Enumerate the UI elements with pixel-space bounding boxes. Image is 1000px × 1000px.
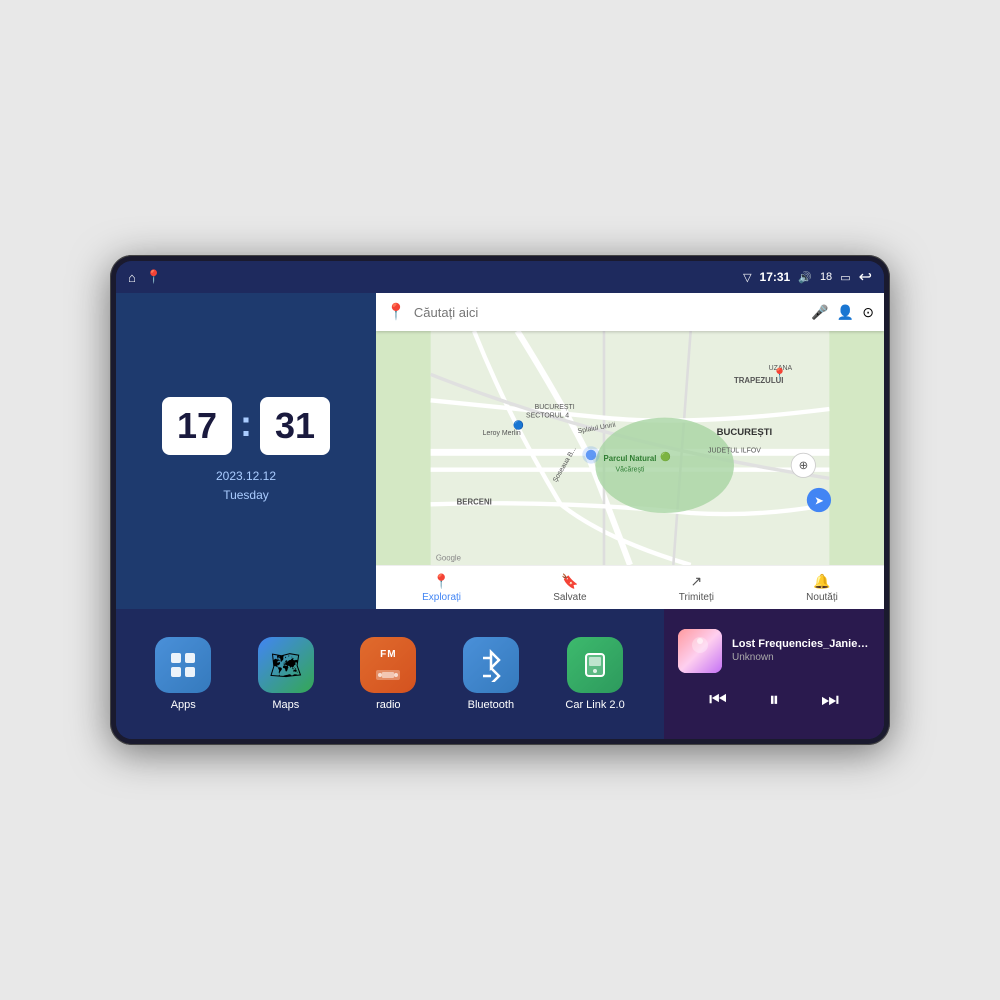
saved-label: Salvate (553, 592, 586, 603)
music-info: Lost Frequencies_Janieck Devy-... Unknow… (678, 629, 870, 673)
svg-text:BUCUREȘTI: BUCUREȘTI (717, 427, 773, 438)
signal-icon: ▽ (743, 271, 751, 284)
svg-text:Leroy Merlin: Leroy Merlin (483, 430, 521, 437)
map-bottom-bar: 📍 Explorați 🔖 Salvate ↗ Trimiteți 🔔 (376, 565, 884, 609)
status-left-icons: ⌂ 📍 (128, 269, 162, 285)
carlink-icon (567, 637, 623, 693)
prev-button[interactable]: ⏮ (705, 685, 731, 716)
map-search-bar: 📍 🎤 👤 ⊙ (376, 293, 884, 331)
app-item-apps[interactable]: Apps (155, 637, 211, 711)
svg-text:Parcul Natural: Parcul Natural (604, 454, 657, 463)
bluetooth-icon (463, 637, 519, 693)
music-title: Lost Frequencies_Janieck Devy-... (732, 638, 870, 650)
music-thumbnail (678, 629, 722, 673)
time-display: 17:31 (760, 270, 791, 284)
app-item-carlink[interactable]: Car Link 2.0 (565, 637, 624, 711)
clock-minutes: 31 (260, 397, 330, 455)
map-panel[interactable]: 📍 🎤 👤 ⊙ (376, 293, 884, 609)
svg-text:BERCENI: BERCENI (457, 497, 492, 506)
svg-text:JUDEȚUL ILFOV: JUDEȚUL ILFOV (708, 447, 761, 454)
day-value: Tuesday (216, 486, 276, 505)
music-controls: ⏮ ⏸ ⏭ (678, 681, 870, 720)
volume-icon: 🔊 (798, 271, 812, 284)
svg-text:🔵: 🔵 (513, 420, 524, 430)
battery-icon: ▭ (840, 271, 850, 284)
date-value: 2023.12.12 (216, 467, 276, 486)
svg-text:⊕: ⊕ (799, 460, 808, 472)
car-head-unit: ⌂ 📍 ▽ 17:31 🔊 18 ▭ ↩ 17 : (110, 255, 890, 745)
maps-pin-icon[interactable]: 📍 (146, 269, 162, 285)
play-pause-button[interactable]: ⏸ (765, 685, 783, 716)
microphone-icon[interactable]: 🎤 (811, 304, 828, 321)
map-body: Parcul Natural Văcărești TRAPEZULUI BUCU… (376, 331, 884, 565)
maps-label: Maps (272, 699, 299, 711)
svg-text:SECTORUL 4: SECTORUL 4 (526, 413, 569, 420)
radio-icon: FM (360, 637, 416, 693)
svg-text:🟢: 🟢 (660, 451, 671, 461)
svg-text:➤: ➤ (814, 495, 823, 507)
date-display: 2023.12.12 Tuesday (216, 467, 276, 505)
send-label: Trimiteți (679, 592, 714, 603)
bluetooth-label: Bluetooth (468, 699, 514, 711)
app-item-maps[interactable]: 🗺 Maps (258, 637, 314, 711)
svg-text:📍: 📍 (772, 368, 787, 382)
explore-icon: 📍 (433, 573, 450, 590)
google-maps-logo: 📍 (386, 302, 406, 322)
svg-text:BUCUREȘTI: BUCUREȘTI (535, 404, 575, 411)
clock-display: 17 : 31 (162, 397, 330, 455)
apps-section: Apps 🗺 Maps FM (116, 609, 664, 739)
user-avatar-icon[interactable]: 👤 (837, 304, 854, 321)
next-button[interactable]: ⏭ (817, 685, 843, 716)
map-svg: Parcul Natural Văcărești TRAPEZULUI BUCU… (376, 331, 884, 565)
back-icon[interactable]: ↩ (859, 267, 872, 287)
battery-level: 18 (820, 271, 832, 283)
music-artist: Unknown (732, 652, 870, 663)
apps-label: Apps (171, 699, 196, 711)
status-right-info: ▽ 17:31 🔊 18 ▭ ↩ (743, 267, 872, 287)
clock-colon: : (240, 403, 252, 445)
map-search-input[interactable] (414, 305, 803, 320)
clock-hours: 17 (162, 397, 232, 455)
send-icon: ↗ (690, 573, 702, 590)
news-label: Noutăți (806, 592, 838, 603)
map-tab-news[interactable]: 🔔 Noutăți (806, 573, 838, 603)
top-section: 17 : 31 2023.12.12 Tuesday 📍 (116, 293, 884, 609)
saved-icon: 🔖 (561, 573, 578, 590)
news-icon: 🔔 (813, 573, 830, 590)
status-bar: ⌂ 📍 ▽ 17:31 🔊 18 ▭ ↩ (116, 261, 884, 293)
map-tab-explore[interactable]: 📍 Explorați (422, 573, 461, 603)
map-search-icons: 🎤 👤 ⊙ (811, 304, 874, 321)
carlink-label: Car Link 2.0 (565, 699, 624, 711)
clock-panel: 17 : 31 2023.12.12 Tuesday (116, 293, 376, 609)
music-text: Lost Frequencies_Janieck Devy-... Unknow… (732, 638, 870, 663)
main-area: 17 : 31 2023.12.12 Tuesday 📍 (116, 293, 884, 739)
bottom-section: Apps 🗺 Maps FM (116, 609, 884, 739)
svg-text:Google: Google (436, 554, 461, 563)
map-tab-send[interactable]: ↗ Trimiteți (679, 573, 714, 603)
app-item-radio[interactable]: FM radio (360, 637, 416, 711)
home-icon[interactable]: ⌂ (128, 270, 136, 285)
music-player: Lost Frequencies_Janieck Devy-... Unknow… (664, 609, 884, 739)
apps-icon (155, 637, 211, 693)
svg-text:Văcărești: Văcărești (616, 466, 645, 473)
app-item-bluetooth[interactable]: Bluetooth (463, 637, 519, 711)
maps-icon: 🗺 (258, 637, 314, 693)
device-screen: ⌂ 📍 ▽ 17:31 🔊 18 ▭ ↩ 17 : (116, 261, 884, 739)
map-tab-saved[interactable]: 🔖 Salvate (553, 573, 586, 603)
layers-icon[interactable]: ⊙ (862, 304, 874, 321)
radio-label: radio (376, 699, 400, 711)
explore-label: Explorați (422, 592, 461, 603)
